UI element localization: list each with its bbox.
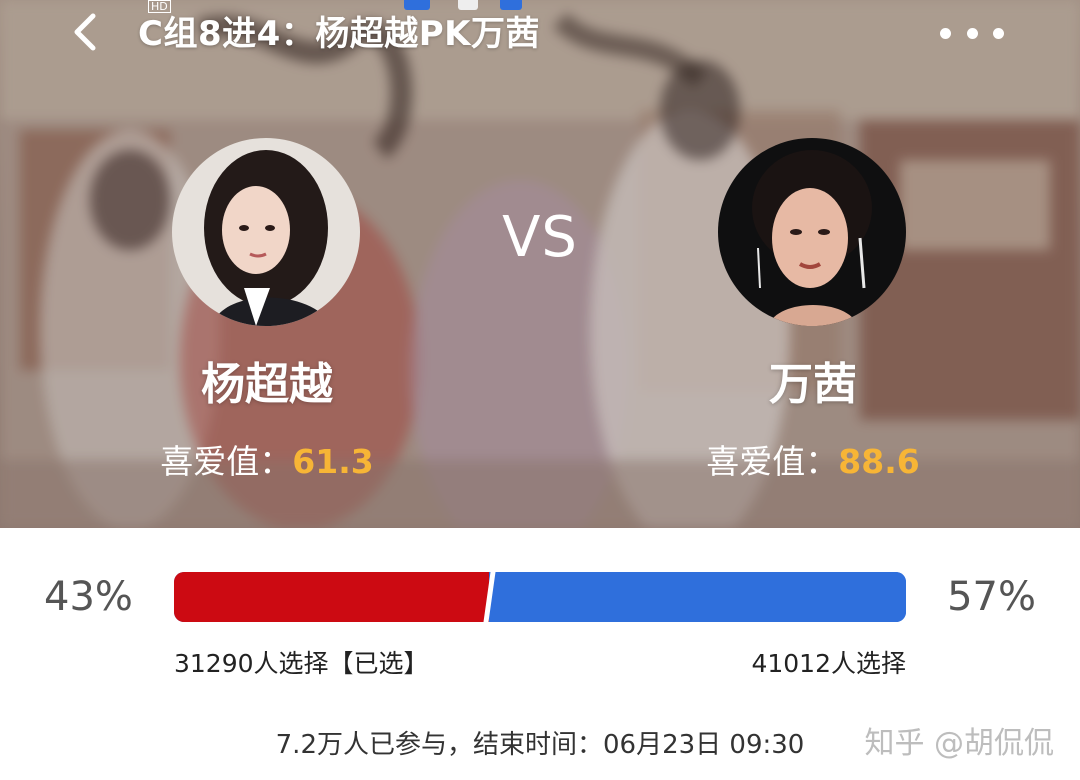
vote-count-left: 31290人选择【已选】 [174, 649, 429, 678]
contestant-name-left: 杨超越 [201, 359, 333, 410]
vs-label: VS [502, 205, 578, 270]
favorability-label: 喜爱值： [706, 442, 839, 481]
page-title: C组8进4：杨超越PK万茜 [138, 14, 541, 54]
vote-count-right: 41012人选择 [751, 649, 906, 678]
more-button[interactable] [934, 18, 1010, 48]
avatar-right[interactable] [718, 138, 906, 326]
avatar-left[interactable] [172, 138, 360, 326]
vote-bar-left[interactable] [174, 572, 489, 622]
status-bar-icon [500, 0, 522, 10]
percent-left: 43% [44, 574, 133, 620]
back-button[interactable] [62, 12, 106, 56]
percent-right: 57% [947, 574, 1036, 620]
vote-bar-right[interactable] [489, 572, 906, 622]
status-bar-icon [458, 0, 478, 10]
contestant-name-right: 万茜 [769, 359, 857, 410]
more-dots-icon [966, 27, 978, 39]
more-dots-icon [940, 27, 951, 39]
favorability-right: 喜爱值：88.6 [663, 435, 963, 483]
chevron-left-icon [69, 12, 99, 56]
status-bar-icon [404, 0, 430, 10]
favorability-value: 88.6 [838, 442, 920, 481]
vote-bar [174, 572, 906, 622]
vote-screen: HD C组8进4：杨超越PK万茜 VS 杨超越 万茜 喜爱值：61.3 喜爱值：… [0, 0, 1080, 780]
favorability-left: 喜爱值：61.3 [117, 435, 417, 483]
favorability-value: 61.3 [292, 442, 374, 481]
watermark: 知乎 @胡侃侃 [864, 726, 1054, 761]
hero-banner: HD C组8进4：杨超越PK万茜 VS 杨超越 万茜 喜爱值：61.3 喜爱值：… [0, 0, 1080, 528]
vote-panel: 43% 57% 31290人选择【已选】 41012人选择 7.2万人已参与，结… [0, 528, 1080, 780]
favorability-label: 喜爱值： [160, 442, 293, 481]
more-dots-icon [993, 27, 1004, 39]
